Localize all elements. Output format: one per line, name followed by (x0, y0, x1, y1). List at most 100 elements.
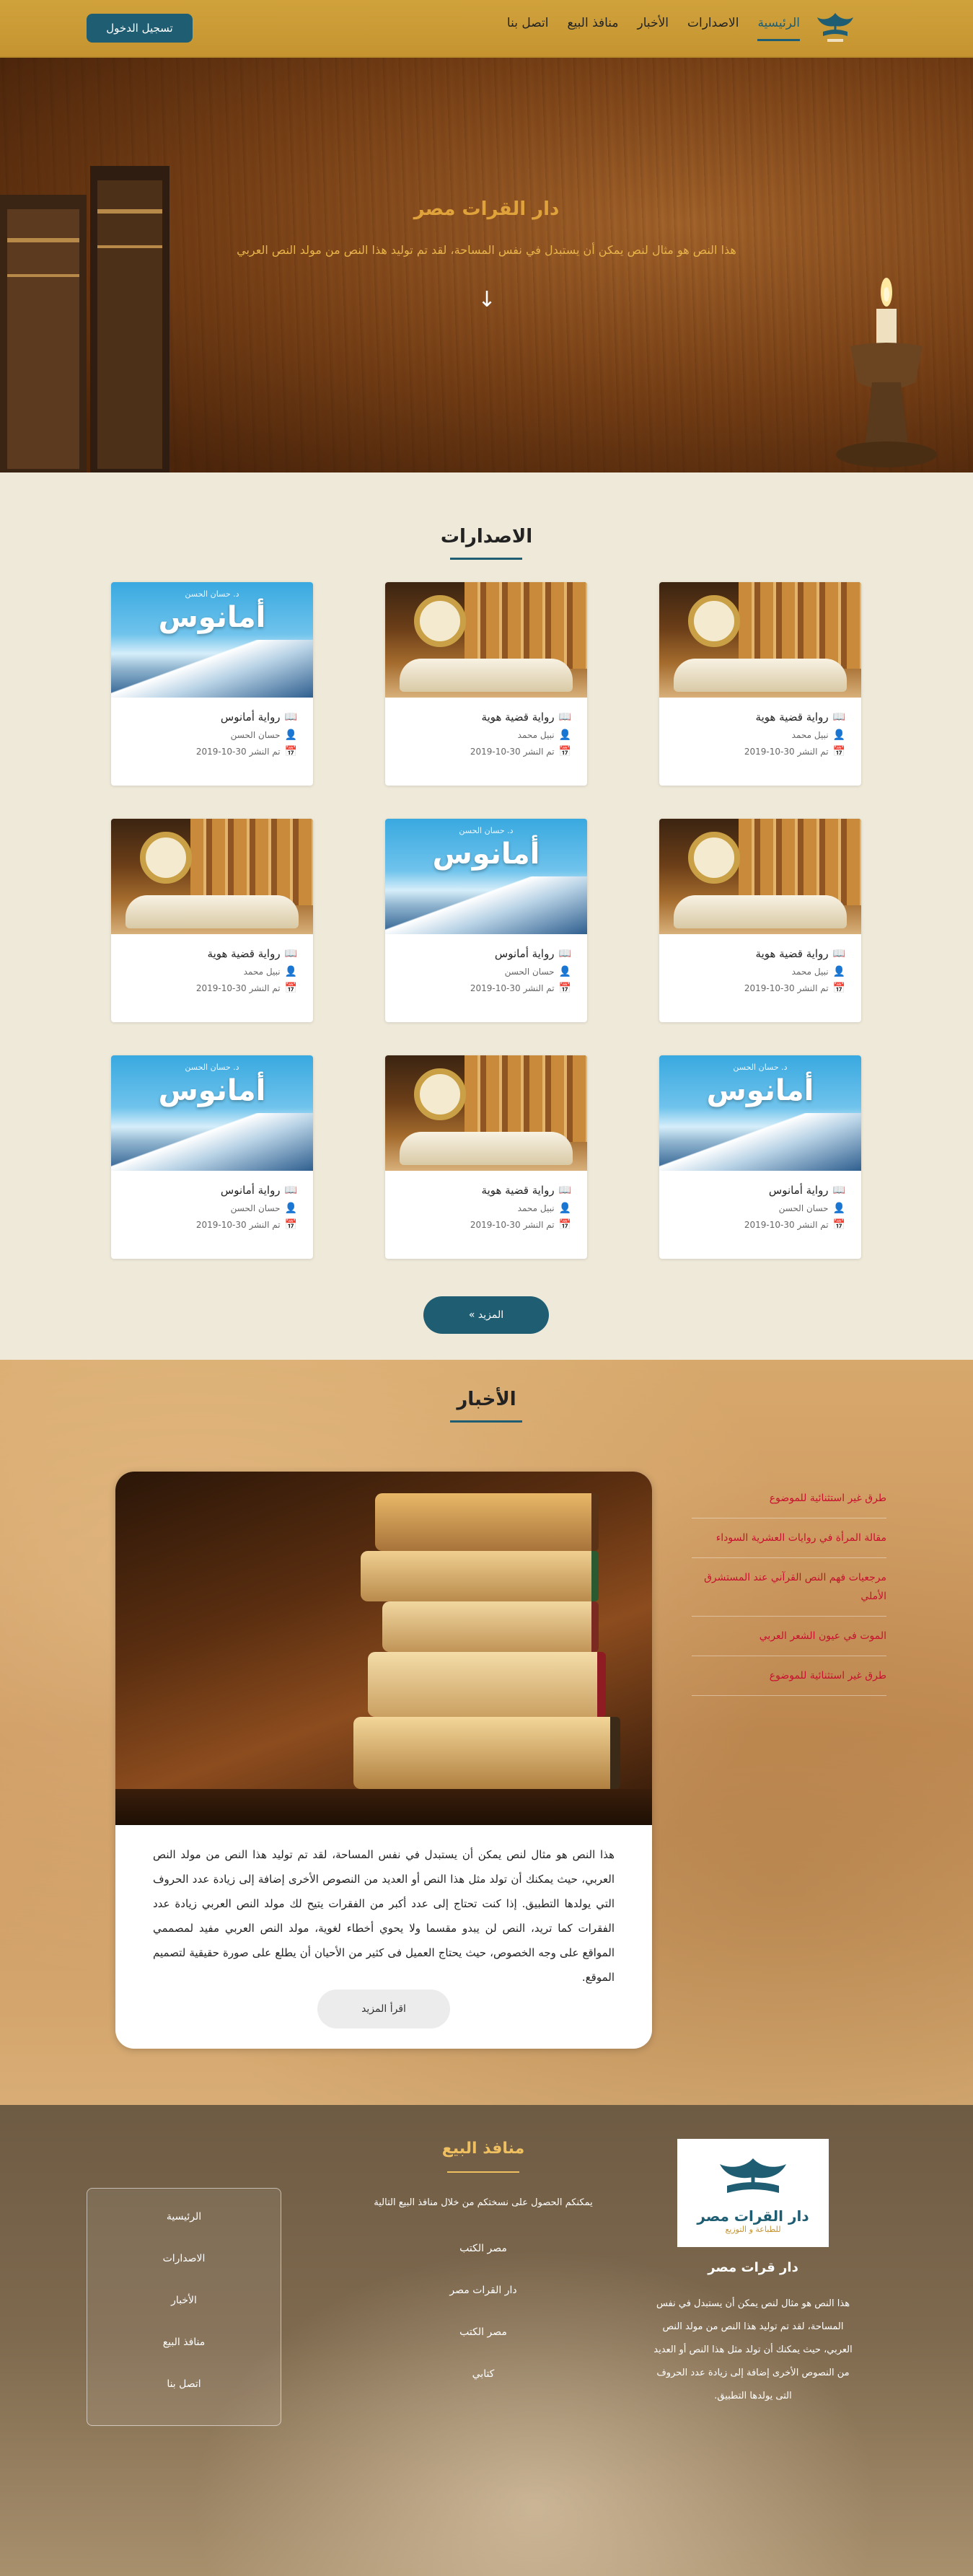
sales-outlets-underline (447, 2171, 519, 2173)
book-card[interactable]: د. حسان الحسن أمانوس 📖 رواية أمانوس 👤 حسان ال… (111, 582, 313, 786)
login-button[interactable]: تسجيل الدخول (87, 14, 193, 43)
hero-subtitle: هذا النص هو مثال لنص يمكن أن يستبدل في ن… (237, 243, 736, 257)
sales-outlet-item[interactable]: دار القرات مصر (375, 2269, 591, 2311)
book-card[interactable]: د. حسان الحسن أمانوس 📖 رواية أمانوس 👤 حسان ال… (659, 1055, 861, 1259)
book-title[interactable]: رواية أمانوس (221, 1184, 281, 1197)
book-title[interactable]: رواية أمانوس (495, 947, 555, 960)
hero-banner: دار القرات مصر هذا النص هو مثال لنص يمكن… (0, 58, 973, 472)
hero-title: دار القرات مصر (413, 198, 560, 220)
mountain-shape (659, 1113, 861, 1171)
scroll-down-arrow-icon[interactable]: ↓ (477, 287, 496, 316)
clock-shape (414, 595, 466, 647)
book-cover-image[interactable] (659, 819, 861, 934)
sales-outlet-item[interactable]: مصر الكتب (375, 2228, 591, 2269)
book-author-row: 👤 نبيل محمد (675, 729, 845, 741)
book-date: تم النشر 30-10-2019 (744, 747, 829, 757)
book-author: حسان الحسن (504, 967, 555, 977)
book-cover-image[interactable] (385, 582, 587, 698)
book-info: 📖 رواية قضية هوية 👤 نبيل محمد 📅 تم النشر 30-1… (385, 1171, 587, 1231)
mountain-shape (111, 1113, 313, 1171)
clock-shape (414, 1068, 466, 1120)
news-link[interactable]: مقالة المرأة في روايات العشرية السوداء (692, 1518, 886, 1558)
book-cover-image[interactable] (385, 1055, 587, 1171)
book-author-row: 👤 نبيل محمد (401, 1203, 571, 1214)
book-title[interactable]: رواية قضية هوية (482, 1184, 555, 1197)
nav-item-contact[interactable]: اتصل بنا (507, 16, 549, 41)
book-card[interactable]: د. حسان الحسن أمانوس 📖 رواية أمانوس 👤 حسان ال… (385, 819, 587, 1022)
book-info: 📖 رواية قضية هوية 👤 نبيل محمد 📅 تم النشر 30-1… (111, 934, 313, 994)
book-title[interactable]: رواية أمانوس (769, 1184, 829, 1197)
news-link[interactable]: طرق غير استثنائية للموضوع (692, 1479, 886, 1518)
book-cover-image[interactable]: د. حسان الحسن أمانوس (111, 582, 313, 698)
book-date-row: 📅 تم النشر 30-10-2019 (675, 746, 845, 757)
book-info: 📖 رواية قضية هوية 👤 نبيل محمد 📅 تم النشر 30-1… (659, 698, 861, 757)
news-link[interactable]: مرجعيات فهم النص القرآني عند المستشرق ال… (692, 1558, 886, 1617)
user-icon: 👤 (558, 966, 571, 977)
book-cover-image[interactable]: د. حسان الحسن أمانوس (385, 819, 587, 934)
book-card[interactable]: 📖 رواية قضية هوية 👤 نبيل محمد 📅 تم النشر 30-1… (111, 819, 313, 1022)
cover-author-line: د. حسان الحسن (185, 589, 239, 599)
book-author-row: 👤 حسان الحسن (127, 1203, 297, 1214)
logo-icon[interactable] (813, 7, 858, 48)
book-icon: 📖 (558, 711, 571, 723)
book-title-row: 📖 رواية قضية هوية (401, 1184, 571, 1197)
book-title[interactable]: رواية أمانوس (221, 711, 281, 724)
book-card[interactable]: 📖 رواية قضية هوية 👤 نبيل محمد 📅 تم النشر 30-1… (385, 582, 587, 786)
footer-nav-sales[interactable]: منافذ البيع (87, 2321, 281, 2363)
site-footer: دار القرات مصر للطباعة و التوزيع دار قرا… (0, 2105, 973, 2576)
news-link[interactable]: طرق غير استثنائية للموضوع (692, 1656, 886, 1696)
book-title[interactable]: رواية قضية هوية (756, 947, 829, 960)
book-author: حسان الحسن (778, 1203, 829, 1213)
nav-item-news[interactable]: الأخبار (638, 16, 669, 41)
news-heading: الأخبار (457, 1389, 516, 1410)
cover-title: أمانوس (158, 1074, 266, 1107)
nav-item-home[interactable]: الرئيسية (757, 16, 800, 41)
calendar-icon: 📅 (284, 983, 297, 994)
book-date: تم النشر 30-10-2019 (744, 1220, 829, 1230)
book-card[interactable]: د. حسان الحسن أمانوس 📖 رواية أمانوس 👤 حسان ال… (111, 1055, 313, 1259)
book-date: تم النشر 30-10-2019 (195, 983, 281, 993)
news-section: الأخبار طرق غير استثنائية للموضوع مقالة … (0, 1360, 973, 2105)
footer-nav-home[interactable]: الرئيسية (87, 2196, 281, 2238)
candle-image (836, 278, 937, 467)
sales-outlet-item[interactable]: مصر الكتب (375, 2311, 591, 2353)
read-more-button[interactable]: اقرأ المزيد (317, 1990, 450, 2028)
book-info: 📖 رواية أمانوس 👤 حسان الحسن 📅 تم النشر 30-10-… (111, 698, 313, 757)
book-card[interactable]: 📖 رواية قضية هوية 👤 نبيل محمد 📅 تم النشر 30-1… (659, 582, 861, 786)
book-author-row: 👤 نبيل محمد (401, 729, 571, 741)
open-book-shape (674, 895, 847, 928)
book-stack-photo (115, 1472, 652, 1825)
footer-logo-tagline: للطباعة و التوزيع (725, 2224, 781, 2234)
nav-item-releases[interactable]: الاصدارات (687, 16, 739, 41)
footer-logo[interactable]: دار القرات مصر للطباعة و التوزيع (677, 2139, 829, 2247)
user-icon: 👤 (284, 729, 297, 741)
more-releases-button[interactable]: المزيد » (423, 1296, 549, 1334)
calendar-icon: 📅 (284, 1219, 297, 1231)
book-title[interactable]: رواية قضية هوية (756, 711, 829, 724)
user-icon: 👤 (284, 966, 297, 977)
book-spines-shape (465, 1055, 587, 1142)
book-author: حسان الحسن (230, 1203, 281, 1213)
book-card[interactable]: 📖 رواية قضية هوية 👤 نبيل محمد 📅 تم النشر 30-1… (385, 1055, 587, 1259)
nav-item-sales[interactable]: منافذ البيع (567, 16, 618, 41)
book-cover-image[interactable] (111, 819, 313, 934)
calendar-icon: 📅 (832, 983, 845, 994)
book-cover-image[interactable] (659, 582, 861, 698)
footer-nav-releases[interactable]: الاصدارات (87, 2238, 281, 2280)
footer-nav-contact[interactable]: اتصل بنا (87, 2363, 281, 2405)
book-title[interactable]: رواية قضية هوية (208, 947, 281, 960)
book-title[interactable]: رواية قضية هوية (482, 711, 555, 724)
book-cover-image[interactable]: د. حسان الحسن أمانوس (111, 1055, 313, 1171)
book-icon: 📖 (284, 1184, 297, 1196)
calendar-icon: 📅 (558, 983, 571, 994)
footer-nav-news[interactable]: الأخبار (87, 2280, 281, 2321)
open-book-shape (400, 659, 573, 692)
book-date: تم النشر 30-10-2019 (470, 983, 555, 993)
sales-outlet-item[interactable]: كتابي (375, 2353, 591, 2395)
releases-section: الاصدارات 📖 رواية قضية هوية 👤 نبيل محمد 📅 تم … (0, 472, 973, 1360)
book-cover-image[interactable]: د. حسان الحسن أمانوس (659, 1055, 861, 1171)
book-date: تم النشر 30-10-2019 (470, 747, 555, 757)
book-card[interactable]: 📖 رواية قضية هوية 👤 نبيل محمد 📅 تم النشر 30-1… (659, 819, 861, 1022)
calendar-icon: 📅 (832, 746, 845, 757)
news-link[interactable]: الموت في عيون الشعر العربي (692, 1617, 886, 1656)
